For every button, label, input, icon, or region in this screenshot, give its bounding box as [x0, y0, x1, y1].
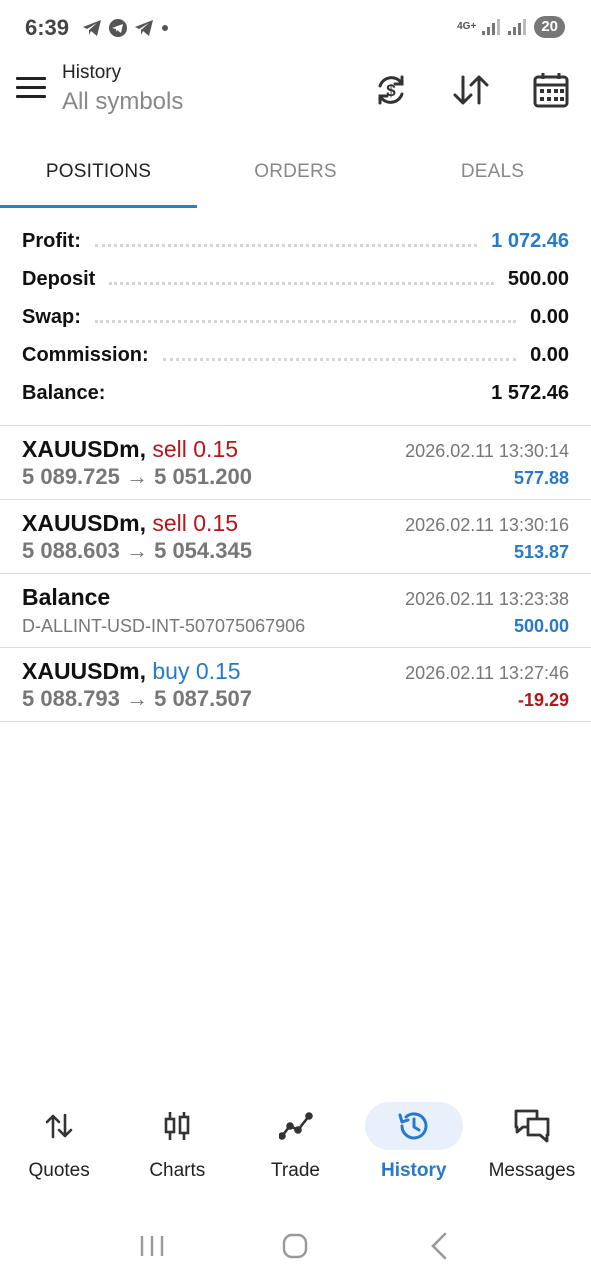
- dot-leader: [109, 281, 494, 285]
- item-symbol: Balance: [22, 584, 111, 610]
- summary-value: 500.00: [507, 267, 569, 290]
- telegram-icon: [83, 20, 101, 36]
- summary-swap: Swap: 0.00: [0, 298, 591, 336]
- telegram-icon: [135, 20, 153, 36]
- currency-exchange-icon[interactable]: $: [371, 70, 411, 110]
- dot-leader: [94, 319, 517, 323]
- charts-icon: [128, 1102, 226, 1150]
- item-profit: 500.00: [513, 616, 569, 636]
- item-time: 2026.02.11 13:23:38: [405, 589, 569, 609]
- nav-messages[interactable]: Messages: [473, 1098, 591, 1198]
- item-profit: 577.88: [513, 468, 569, 488]
- bottom-nav: Quotes Charts Trade History Messages: [0, 1098, 591, 1198]
- item-symbol: XAUUSDm,: [22, 658, 146, 684]
- item-side: sell 0.15: [152, 436, 239, 462]
- notification-icons: [82, 18, 170, 38]
- title-block: History All symbols: [62, 62, 183, 116]
- signal-icon: [508, 19, 527, 35]
- messages-icon: [483, 1102, 581, 1150]
- home-icon: [283, 1233, 308, 1259]
- summary-label: Balance:: [22, 381, 114, 405]
- list-item[interactable]: XAUUSDm, sell 0.15 5 089.725 → 5 051.200…: [0, 426, 591, 500]
- item-time: 2026.02.11 13:30:14: [405, 441, 569, 461]
- summary-label: Deposit: [22, 267, 104, 291]
- list-item[interactable]: Balance D-ALLINT-USD-INT-507075067906 20…: [0, 574, 591, 648]
- recents-button[interactable]: [122, 1226, 182, 1266]
- symbol-filter[interactable]: All symbols: [62, 88, 183, 116]
- tab-deals[interactable]: DEALS: [394, 148, 591, 208]
- history-icon: [364, 1102, 463, 1150]
- nav-label: Quotes: [28, 1160, 90, 1181]
- item-comment: D-ALLINT-USD-INT-507075067906: [22, 616, 306, 636]
- status-time: 6:39: [25, 15, 70, 40]
- nav-history[interactable]: History: [355, 1098, 473, 1198]
- app-bar: History All symbols $: [0, 58, 591, 138]
- summary: Profit: 1 072.46 Deposit 500.00 Swap: 0.…: [0, 222, 591, 412]
- dot-leader: [162, 357, 517, 361]
- item-side: sell 0.15: [152, 510, 239, 536]
- nav-label: Charts: [149, 1160, 206, 1181]
- menu-icon[interactable]: [16, 77, 46, 101]
- svg-text:$: $: [386, 81, 396, 100]
- item-prices: 5 088.793 → 5 087.507: [22, 686, 252, 711]
- item-side: buy 0.15: [152, 658, 241, 684]
- summary-commission: Commission: 0.00: [0, 336, 591, 374]
- item-symbol: XAUUSDm,: [22, 436, 146, 462]
- summary-value: 1 572.46: [491, 381, 569, 404]
- summary-value: 0.00: [530, 343, 569, 366]
- nav-label: Messages: [488, 1160, 576, 1181]
- back-icon: [431, 1232, 447, 1260]
- item-profit: -19.29: [517, 690, 569, 710]
- tab-positions[interactable]: POSITIONS: [0, 148, 197, 208]
- item-time: 2026.02.11 13:30:16: [405, 515, 569, 535]
- summary-label: Profit:: [22, 229, 89, 253]
- trade-icon: [247, 1102, 345, 1150]
- summary-balance: Balance: 1 572.46: [0, 374, 591, 412]
- nav-label: Trade: [271, 1160, 320, 1181]
- network-label: 4G+: [457, 21, 477, 32]
- list-item[interactable]: XAUUSDm, sell 0.15 5 088.603 → 5 054.345…: [0, 500, 591, 574]
- summary-profit: Profit: 1 072.46: [0, 222, 591, 260]
- page-title: History: [62, 62, 122, 83]
- summary-value: 0.00: [530, 305, 569, 328]
- dot-icon: [162, 25, 168, 31]
- summary-label: Commission:: [22, 343, 157, 367]
- item-prices: 5 088.603 → 5 054.345: [22, 538, 252, 563]
- nav-label: History: [380, 1160, 447, 1181]
- status-bar: 6:39 4G+ 20: [0, 0, 591, 58]
- tab-orders[interactable]: ORDERS: [197, 148, 394, 208]
- home-button[interactable]: [265, 1226, 325, 1266]
- nav-quotes[interactable]: Quotes: [0, 1098, 118, 1198]
- item-prices: 5 089.725 → 5 051.200: [22, 464, 252, 489]
- recents-icon: [140, 1236, 164, 1256]
- calendar-icon[interactable]: [531, 70, 571, 110]
- dot-leader: [94, 243, 478, 247]
- dot-leader: [119, 395, 478, 399]
- sort-icon[interactable]: [451, 70, 491, 110]
- item-profit: 513.87: [513, 542, 569, 562]
- summary-value: 1 072.46: [491, 229, 569, 252]
- summary-label: Swap:: [22, 305, 89, 329]
- item-symbol: XAUUSDm,: [22, 510, 146, 536]
- battery-indicator: 20: [534, 16, 565, 38]
- appbar-actions: $: [371, 70, 571, 110]
- tabs: POSITIONS ORDERS DEALS: [0, 148, 591, 208]
- summary-deposit: Deposit 500.00: [0, 260, 591, 298]
- back-button[interactable]: [409, 1226, 469, 1266]
- system-nav: [0, 1212, 591, 1280]
- telegram-icon: [109, 19, 127, 37]
- status-right: 4G+ 20: [457, 16, 565, 38]
- history-list: XAUUSDm, sell 0.15 5 089.725 → 5 051.200…: [0, 426, 591, 722]
- item-time: 2026.02.11 13:27:46: [405, 663, 569, 683]
- signal-icon: [482, 19, 501, 35]
- nav-trade[interactable]: Trade: [236, 1098, 354, 1198]
- quotes-icon: [10, 1102, 108, 1150]
- nav-charts[interactable]: Charts: [118, 1098, 236, 1198]
- list-item[interactable]: XAUUSDm, buy 0.15 5 088.793 → 5 087.507 …: [0, 648, 591, 722]
